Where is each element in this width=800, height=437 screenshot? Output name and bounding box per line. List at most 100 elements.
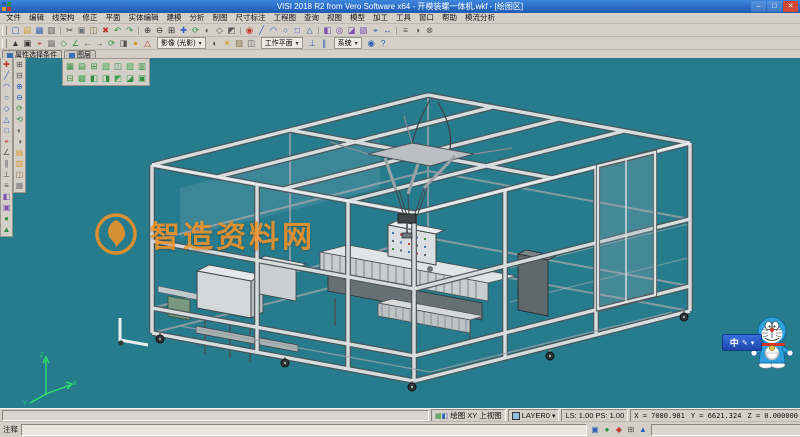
up-icon[interactable]: ▲ <box>638 425 648 435</box>
pan-icon[interactable]: ✚ <box>178 25 189 36</box>
workplane-dropdown[interactable]: 工作平面 ▾ <box>261 37 303 49</box>
minimize-button[interactable]: – <box>751 1 766 12</box>
info-icon[interactable]: ◉ <box>366 38 377 49</box>
draw-rect-icon[interactable]: □ <box>1 125 12 136</box>
plane-icon[interactable]: ◇ <box>58 38 69 49</box>
draw-circle-icon[interactable]: ○ <box>1 92 12 103</box>
open-file-icon[interactable]: ▤ <box>22 25 33 36</box>
layers-icon[interactable]: ≡ <box>400 25 411 36</box>
menu-item[interactable]: 工具 <box>392 13 415 23</box>
menu-item[interactable]: 线架构 <box>48 13 79 23</box>
dot-icon[interactable]: ● <box>1 213 12 224</box>
add-point-icon[interactable]: ✚ <box>1 59 12 70</box>
extrude-icon[interactable]: ◧ <box>322 25 333 36</box>
hatch-tool-icon[interactable]: ▧ <box>100 60 112 72</box>
grid-toggle-icon[interactable]: ⊞ <box>626 425 636 435</box>
print-icon[interactable]: ▥ <box>46 25 57 36</box>
cut-icon[interactable]: ✂ <box>64 25 75 36</box>
line-icon[interactable]: ╱ <box>256 25 267 36</box>
surface-icon[interactable]: ▧ <box>358 25 369 36</box>
close-button[interactable]: ✕ <box>783 1 798 12</box>
rotate-cw-icon[interactable]: ⟳ <box>14 103 25 114</box>
wcs-icon[interactable]: ⊥ <box>307 38 318 49</box>
maximize-button[interactable]: □ <box>767 1 782 12</box>
wireframe-view-icon[interactable]: ◇ <box>214 25 225 36</box>
menu-item[interactable]: 模流分析 <box>461 13 499 23</box>
fill-tool-icon[interactable]: ▩ <box>76 72 88 84</box>
settings-icon[interactable]: ⊗ <box>424 25 435 36</box>
save-icon[interactable]: ▦ <box>34 25 45 36</box>
toolbar-grip[interactable] <box>2 39 7 48</box>
polygon-icon[interactable]: △ <box>304 25 315 36</box>
point-icon[interactable]: ◉ <box>244 25 255 36</box>
target-icon[interactable]: ⌖ <box>1 136 12 147</box>
corner2-tool-icon[interactable]: ◪ <box>124 72 136 84</box>
half-right-tool-icon[interactable]: ◨ <box>100 72 112 84</box>
toolbar-separator[interactable]: | <box>316 25 321 36</box>
folder-icon[interactable]: ▤ <box>14 147 25 158</box>
section-icon[interactable]: △ <box>142 38 153 49</box>
undo-icon[interactable]: ↶ <box>112 25 123 36</box>
command-input[interactable] <box>21 424 587 436</box>
list-icon[interactable]: ≡ <box>1 180 12 191</box>
texture-icon[interactable]: ▨ <box>234 38 245 49</box>
toolbar-grip[interactable] <box>2 26 7 35</box>
snap-icon[interactable]: ⌖ <box>34 38 45 49</box>
menu-item[interactable]: 视图 <box>323 13 346 23</box>
redo-icon[interactable]: ↷ <box>124 25 135 36</box>
menu-item[interactable]: 文件 <box>2 13 25 23</box>
ucs-icon[interactable]: ∥ <box>319 38 330 49</box>
grid-plus-icon[interactable]: ⊞ <box>14 59 25 70</box>
toolbar-separator[interactable]: | <box>394 25 399 36</box>
shaded-view-icon[interactable]: ◐ <box>202 25 213 36</box>
circle-icon[interactable]: ○ <box>280 25 291 36</box>
surface-tool-icon[interactable]: ▤ <box>76 60 88 72</box>
help-icon[interactable]: ? <box>378 38 389 49</box>
sheet-icon[interactable]: ▥ <box>14 158 25 169</box>
mesh-tool-icon[interactable]: ▨ <box>124 60 136 72</box>
ime-status-badge[interactable]: 中 ✎ ▾ <box>722 334 762 351</box>
system-dropdown[interactable]: 系统 ▾ <box>334 37 362 49</box>
select-icon[interactable]: ▲ <box>10 38 21 49</box>
alert-icon[interactable]: ◆ <box>614 425 624 435</box>
clip-icon[interactable]: ◫ <box>246 38 257 49</box>
block-tool-icon[interactable]: ▣ <box>136 72 148 84</box>
corner-tool-icon[interactable]: ◩ <box>112 72 124 84</box>
menu-item[interactable]: 工程图 <box>270 13 301 23</box>
sheet-tool-icon[interactable]: ▥ <box>136 60 148 72</box>
menu-item[interactable]: 模型 <box>346 13 369 23</box>
window-icon[interactable]: ◫ <box>14 169 25 180</box>
grid-icon[interactable]: ▦ <box>46 38 57 49</box>
iso-view-icon[interactable]: ◩ <box>226 25 237 36</box>
half-shade-icon[interactable]: ◧ <box>1 191 12 202</box>
toolbar-separator[interactable]: | <box>58 25 63 36</box>
menu-item[interactable]: 查询 <box>300 13 323 23</box>
half-moon2-icon[interactable]: ◑ <box>14 136 25 147</box>
visibility-icon[interactable]: ◑ <box>412 25 423 36</box>
split-view-icon[interactable]: ◨ <box>118 38 129 49</box>
refresh-icon[interactable]: ⟳ <box>106 38 117 49</box>
zoom-out-icon[interactable]: ⊖ <box>154 25 165 36</box>
perpendicular-icon[interactable]: ⊥ <box>1 169 12 180</box>
mesh-icon[interactable]: ▦ <box>14 180 25 191</box>
menu-item[interactable]: 平面 <box>102 13 125 23</box>
draw-rhombus-icon[interactable]: ◇ <box>1 103 12 114</box>
menu-item[interactable]: 制图 <box>209 13 232 23</box>
rotate-view-icon[interactable]: ⟳ <box>190 25 201 36</box>
copy-icon[interactable]: ▣ <box>76 25 87 36</box>
axis-icon[interactable]: ∠ <box>70 38 81 49</box>
shade-mode-icon[interactable]: ◐ <box>210 38 221 49</box>
zoom-fit-icon[interactable]: ⊞ <box>166 25 177 36</box>
draw-line-icon[interactable]: ╱ <box>1 70 12 81</box>
half-moon-icon[interactable]: ◐ <box>14 125 25 136</box>
window-select-icon[interactable]: ▣ <box>22 38 33 49</box>
menu-item[interactable]: 加工 <box>369 13 392 23</box>
render-icon[interactable]: ● <box>130 38 141 49</box>
draw-arc-icon[interactable]: ◠ <box>1 81 12 92</box>
arc-icon[interactable]: ◠ <box>268 25 279 36</box>
view-next-icon[interactable]: → <box>94 38 105 49</box>
panel-tool-icon[interactable]: ◫ <box>112 60 124 72</box>
menu-item[interactable]: 修正 <box>79 13 102 23</box>
zoom-in-icon[interactable]: ⊕ <box>142 25 153 36</box>
toolbar-separator[interactable]: | <box>136 25 141 36</box>
